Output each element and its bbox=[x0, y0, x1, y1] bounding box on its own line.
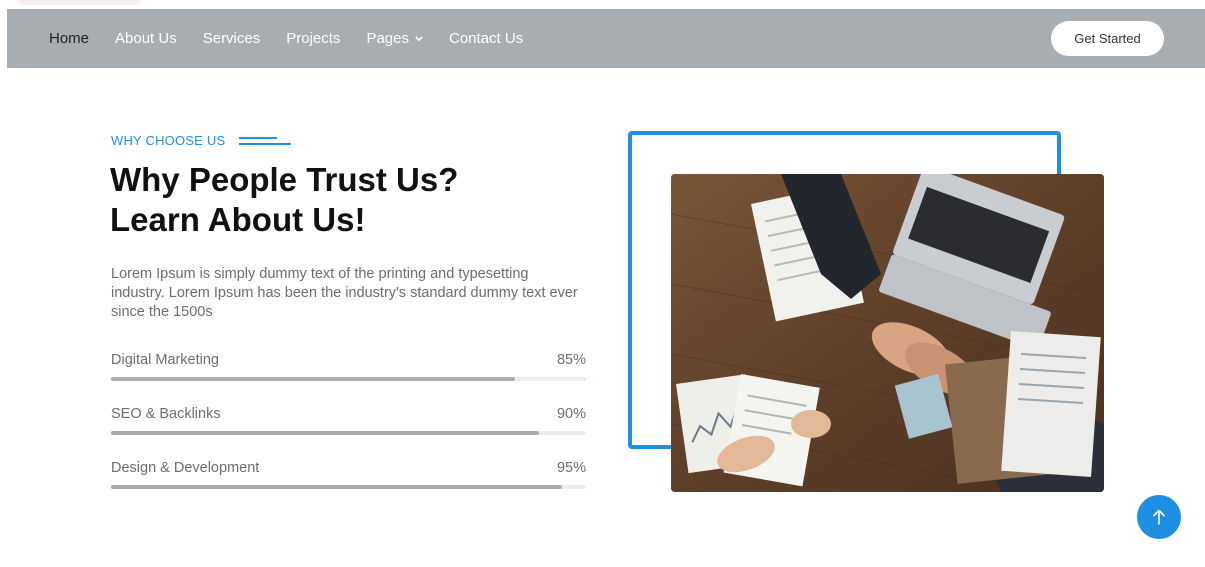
chevron-down-icon bbox=[415, 36, 423, 41]
skill-percent: 85% bbox=[556, 352, 586, 368]
nav-item-pages[interactable]: Pages bbox=[366, 30, 423, 47]
eyebrow-underline-decoration bbox=[239, 136, 292, 145]
nav-item-projects[interactable]: Projects bbox=[286, 30, 340, 47]
scroll-to-top-button[interactable] bbox=[1137, 495, 1181, 539]
nav-item-services[interactable]: Services bbox=[203, 30, 261, 47]
nav-item-contact-us[interactable]: Contact Us bbox=[449, 30, 523, 47]
nav-item-label: About Us bbox=[115, 30, 177, 47]
navbar: Home About Us Services Projects Pages Co… bbox=[7, 9, 1205, 68]
eyebrow-label: WHY CHOOSE US bbox=[111, 133, 226, 148]
nav-item-label: Projects bbox=[286, 30, 341, 47]
progress-track bbox=[111, 431, 586, 435]
nav-item-label: Home bbox=[49, 30, 90, 47]
skill-seo-backlinks: SEO & Backlinks 90% bbox=[111, 406, 586, 435]
top-pill-decoration bbox=[16, 0, 142, 5]
progress-fill bbox=[111, 377, 515, 381]
skill-percent: 95% bbox=[556, 460, 586, 476]
photo-illustration bbox=[671, 174, 1104, 492]
section-eyebrow: WHY CHOOSE US bbox=[111, 133, 292, 148]
skill-percent: 90% bbox=[556, 406, 586, 422]
nav-item-label: Contact Us bbox=[448, 30, 524, 47]
nav-item-about-us[interactable]: About Us bbox=[115, 30, 177, 47]
title-line-2: Learn About Us! bbox=[110, 201, 366, 238]
business-handshake-photo bbox=[671, 174, 1104, 492]
skill-digital-marketing: Digital Marketing 85% bbox=[111, 352, 586, 381]
progress-track bbox=[111, 377, 586, 381]
skill-label: Design & Development bbox=[111, 460, 260, 476]
section-title: Why People Trust Us? Learn About Us! bbox=[110, 160, 590, 240]
skill-design-development: Design & Development 95% bbox=[111, 460, 586, 489]
nav-item-label: Services bbox=[202, 30, 261, 47]
nav-item-label: Pages bbox=[366, 30, 409, 47]
skill-label: Digital Marketing bbox=[111, 352, 219, 368]
section-description: Lorem Ipsum is simply dummy text of the … bbox=[111, 266, 578, 320]
skill-label: SEO & Backlinks bbox=[111, 406, 221, 422]
progress-fill bbox=[111, 485, 563, 489]
nav-links: Home About Us Services Projects Pages Co… bbox=[49, 9, 549, 68]
arrow-up-icon bbox=[1153, 509, 1165, 525]
nav-item-home[interactable]: Home bbox=[49, 30, 89, 47]
get-started-button[interactable]: Get Started bbox=[1051, 21, 1164, 56]
progress-track bbox=[111, 485, 586, 489]
progress-fill bbox=[111, 431, 539, 435]
title-line-1: Why People Trust Us? bbox=[110, 161, 459, 198]
